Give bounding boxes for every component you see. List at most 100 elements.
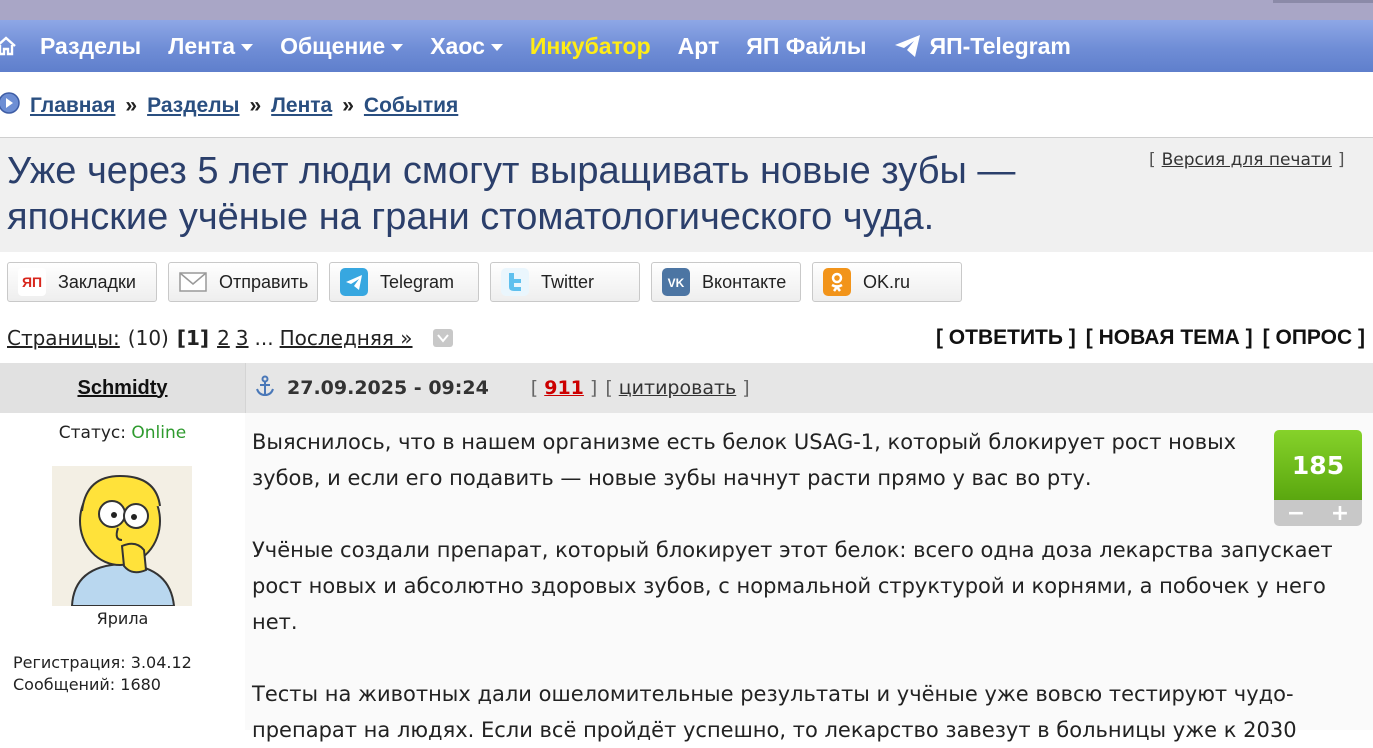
top-strip-notch	[1273, 0, 1373, 3]
share-twitter-button[interactable]: Twitter	[490, 262, 640, 302]
nav-item-art[interactable]: Арт	[678, 33, 720, 60]
share-bookmarks-button[interactable]: ЯП Закладки	[7, 262, 157, 302]
post-date: 27.09.2025 - 09:24	[287, 377, 489, 399]
share-label: OK.ru	[863, 271, 911, 292]
post-paragraph: Учёные создали препарат, который блокиру…	[252, 538, 1333, 634]
top-strip	[0, 0, 1373, 20]
chevron-down-icon	[241, 43, 254, 51]
post-author-sidebar: Статус: Online Ярила Регистрация: 3.04.1…	[0, 413, 245, 730]
post-number-close-bracket: ]	[589, 377, 598, 399]
svg-text:VK: VK	[668, 276, 685, 290]
telegram-icon	[340, 268, 368, 296]
page-title: Уже через 5 лет люди смогут выращивать н…	[7, 150, 1016, 238]
breadcrumb-separator: »	[249, 94, 262, 117]
rating-value: 185	[1274, 430, 1362, 500]
share-vk-button[interactable]: VK Вконтакте	[651, 262, 801, 302]
avatar[interactable]	[52, 466, 192, 606]
share-email-button[interactable]: Отправить	[168, 262, 318, 302]
nav-item-label: Инкубатор	[529, 32, 651, 59]
registration-date: Регистрация: 3.04.12	[13, 653, 192, 672]
quote-open-bracket: [	[605, 377, 613, 399]
nav-item-community[interactable]: Общение	[280, 32, 404, 60]
nav-item-telegram[interactable]: ЯП-Telegram	[894, 33, 1071, 60]
poll-button[interactable]: [ ОПРОС ]	[1263, 326, 1365, 350]
chevron-down-icon	[490, 43, 503, 51]
bracket: ]	[1337, 150, 1345, 170]
print-version-link[interactable]: Версия для печати	[1162, 150, 1332, 170]
page-jump-icon[interactable]	[432, 329, 453, 347]
twitter-icon	[501, 268, 529, 296]
share-label: Twitter	[541, 271, 595, 292]
pagination: Страницы: (10) [1] 2 3 ... Последняя »	[7, 323, 453, 353]
nav-item-label: Лента	[168, 32, 236, 59]
chevron-down-icon	[391, 43, 404, 51]
rating-controls: − +	[1274, 500, 1362, 526]
nav-item-feed[interactable]: Лента	[168, 32, 254, 60]
breadcrumb-sections[interactable]: Разделы	[147, 94, 239, 118]
quote-close-bracket: ]	[742, 377, 750, 399]
breadcrumb-events[interactable]: События	[364, 94, 458, 118]
user-stats: Регистрация: 3.04.12 Сообщений: 1680	[13, 652, 192, 696]
post-number-link[interactable]: 911	[544, 377, 584, 399]
breadcrumb-separator: »	[125, 94, 138, 117]
nav-item-sections[interactable]: Разделы	[40, 33, 141, 60]
nav-item-files[interactable]: ЯП Файлы	[746, 33, 866, 60]
nav-item-label: ЯП-Telegram	[929, 32, 1071, 59]
reply-button[interactable]: [ ОТВЕТИТЬ ]	[936, 326, 1076, 350]
nav-item-chaos[interactable]: Хаос	[430, 33, 503, 60]
status-label: Статус:	[58, 423, 126, 443]
user-status: Статус: Online	[0, 423, 245, 443]
share-telegram-button[interactable]: Telegram	[329, 262, 479, 302]
nav-item-label: Общение	[280, 32, 386, 59]
share-bar: ЯП Закладки Отправить Telegram Twitter V…	[7, 262, 973, 302]
nav-item-incubator[interactable]: Инкубатор	[530, 33, 651, 60]
topic-actions: [ ОТВЕТИТЬ ] [ НОВАЯ ТЕМА ] [ ОПРОС ]	[926, 323, 1365, 353]
breadcrumb-separator: »	[342, 94, 354, 117]
nav-item-label: Хаос	[430, 32, 485, 59]
pagination-page-2[interactable]: 2	[217, 326, 230, 350]
pagination-last[interactable]: Последняя »	[280, 326, 413, 350]
status-value: Online	[131, 423, 187, 443]
share-label: Telegram	[380, 271, 455, 292]
topic-title-box: Уже через 5 лет люди смогут выращивать н…	[0, 137, 1373, 252]
breadcrumb-feed[interactable]: Лента	[271, 94, 332, 118]
rate-down-icon[interactable]: −	[1287, 501, 1305, 526]
breadcrumb: Главная » Разделы » Лента » События	[0, 90, 458, 122]
breadcrumb-bullet-icon	[0, 92, 30, 120]
post-body: Выяснилось, что в нашем организме есть б…	[245, 413, 1373, 742]
home-icon[interactable]	[0, 35, 18, 57]
svg-text:ЯП: ЯП	[22, 274, 42, 290]
cartoon-boy-icon	[52, 466, 192, 606]
rate-up-icon[interactable]: +	[1331, 501, 1349, 526]
yap-icon: ЯП	[18, 268, 46, 296]
ok-icon	[823, 268, 851, 296]
pagination-page-3[interactable]: 3	[236, 326, 249, 350]
pagination-ellipsis: ...	[254, 326, 274, 350]
main-navbar: Разделы Лента Общение Хаос Инкубатор Арт…	[0, 20, 1373, 72]
mail-icon	[179, 268, 207, 296]
new-topic-button[interactable]: [ НОВАЯ ТЕМА ]	[1086, 326, 1253, 350]
quote-link[interactable]: цитировать	[619, 377, 737, 399]
share-label: Вконтакте	[702, 271, 787, 292]
pagination-label[interactable]: Страницы:	[7, 326, 120, 350]
nav-item-label: ЯП Файлы	[746, 32, 867, 59]
anchor-icon[interactable]	[255, 375, 275, 402]
message-count: Сообщений: 1680	[13, 675, 161, 694]
nav-item-label: Арт	[677, 32, 720, 59]
post-paragraph: Выяснилось, что в нашем организме есть б…	[252, 430, 1237, 490]
share-ok-button[interactable]: OK.ru	[812, 262, 962, 302]
share-label: Отправить	[219, 271, 309, 292]
pagination-current: [1]	[176, 326, 210, 350]
nav-item-label: Разделы	[40, 32, 142, 59]
post-number-open-bracket: [	[530, 377, 539, 399]
bracket: [	[1149, 150, 1156, 170]
share-label: Закладки	[58, 271, 136, 292]
post-author-link[interactable]: Schmidty	[77, 377, 167, 400]
user-nickname: Ярила	[96, 609, 149, 628]
pagination-total: (10)	[127, 326, 169, 350]
post-paragraph: Тесты на животных дали ошеломительные ре…	[252, 682, 1297, 742]
print-version: [ Версия для печати]	[1149, 150, 1344, 170]
breadcrumb-home[interactable]: Главная	[30, 94, 115, 118]
post-meta: 27.09.2025 - 09:24 [ 911 ] [ цитировать …	[255, 363, 750, 413]
post-header: Schmidty 27.09.2025 - 09:24 [ 911 ] [ ци…	[0, 363, 1373, 413]
